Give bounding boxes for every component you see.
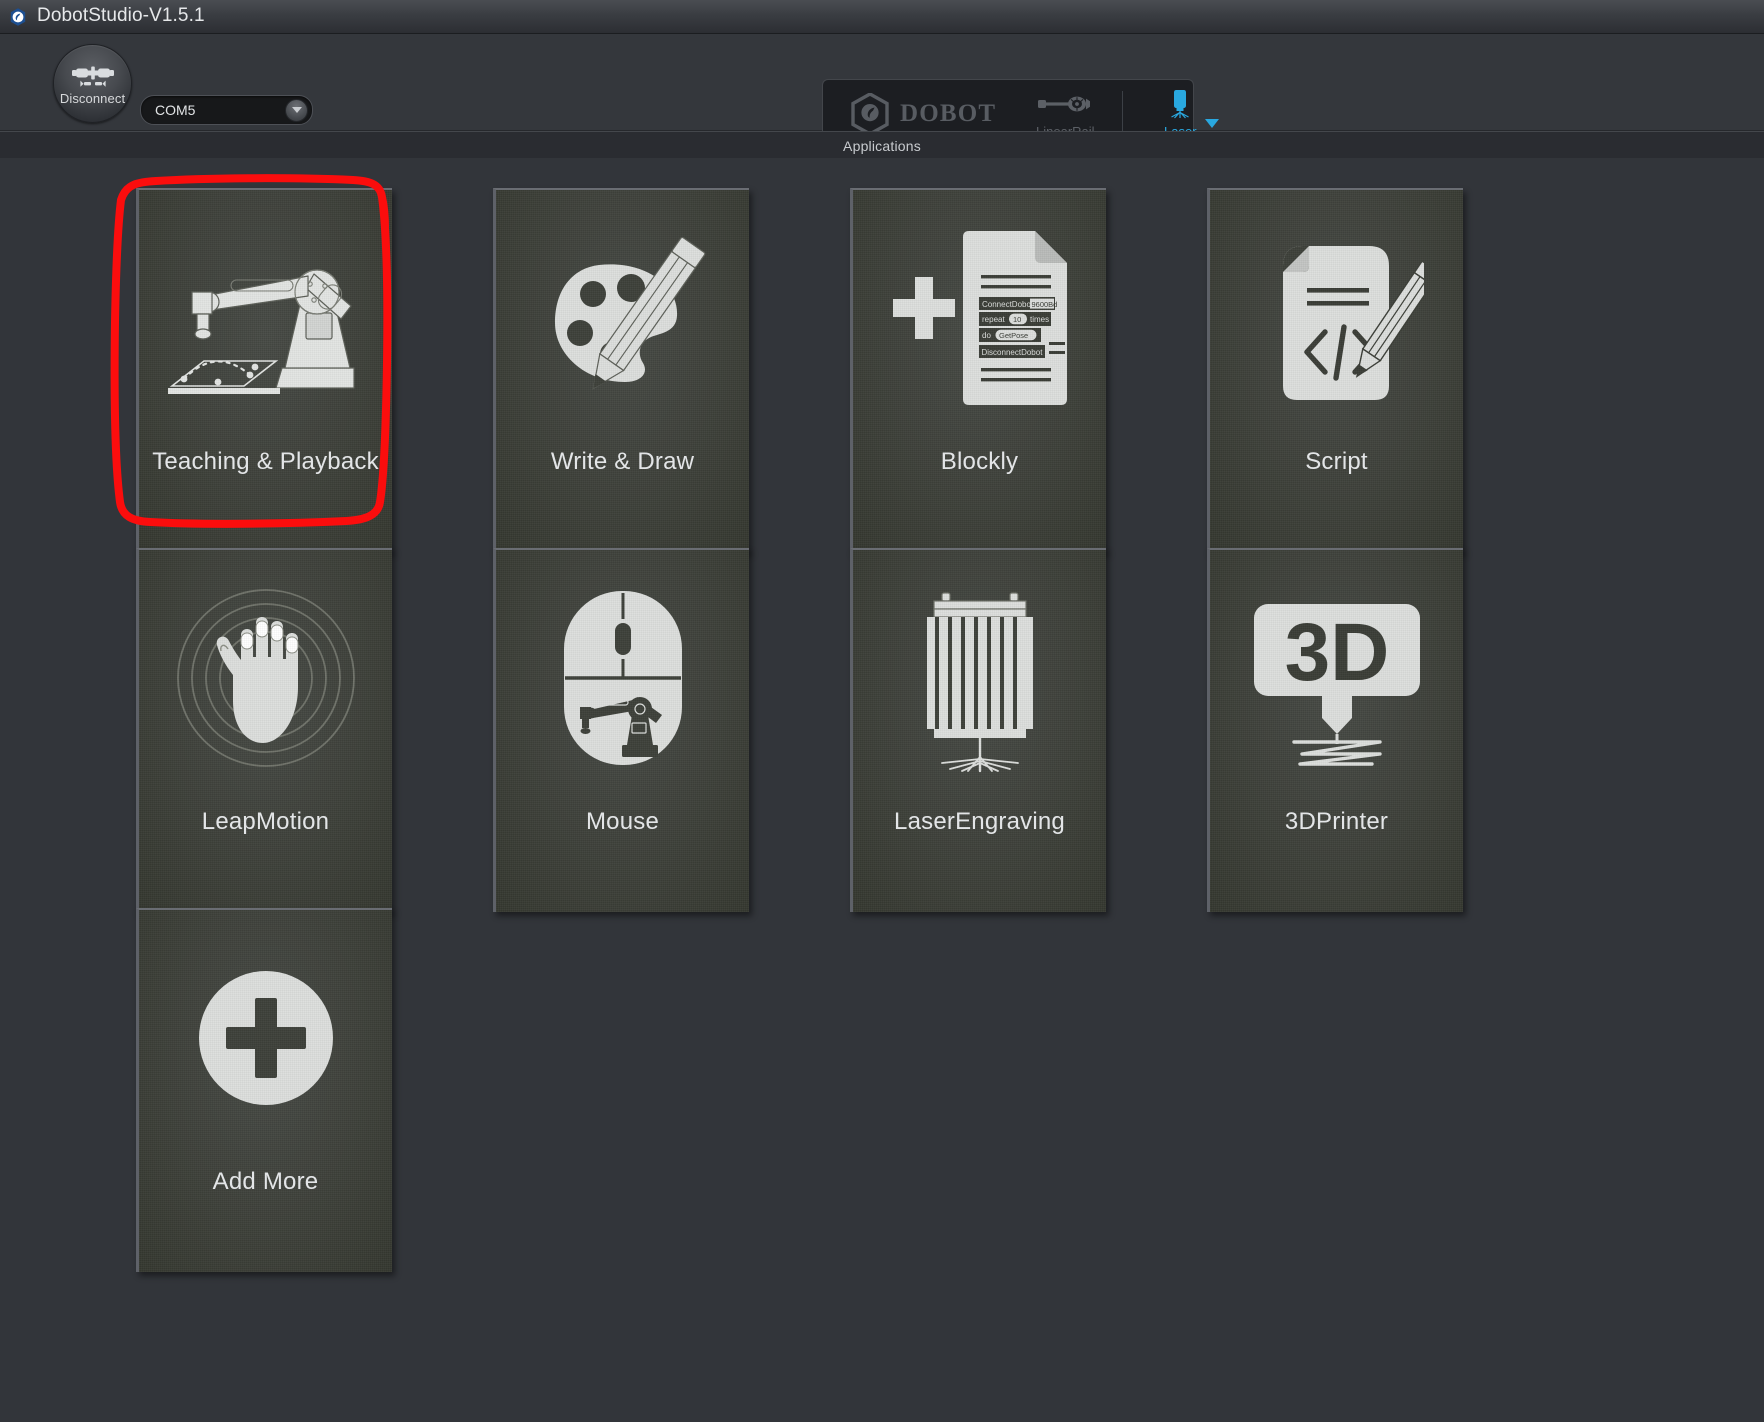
blockly-do-label: do bbox=[982, 331, 991, 340]
blockly-getpose-label: GetPose bbox=[999, 331, 1028, 340]
app-tile-script[interactable]: Script bbox=[1207, 188, 1463, 552]
dobot-hex-logo-icon bbox=[851, 92, 889, 136]
app-tile-blockly[interactable]: ConnectDobot 9600Bd repeat 10 times do G… bbox=[850, 188, 1106, 552]
blockly-repeat-label: repeat bbox=[982, 315, 1005, 324]
disconnect-button[interactable]: Disconnect bbox=[53, 44, 132, 123]
blockly-repeat-count: 10 bbox=[1013, 315, 1021, 324]
app-tile-label: Script bbox=[1305, 448, 1368, 475]
blockly-document-icon: ConnectDobot 9600Bd repeat 10 times do G… bbox=[853, 190, 1106, 445]
app-tile-label: Teaching & Playback bbox=[152, 448, 379, 475]
script-code-document-icon bbox=[1210, 190, 1463, 445]
app-tile-leapmotion[interactable]: LeapMotion bbox=[136, 548, 392, 912]
palette-pencil-icon bbox=[496, 190, 749, 445]
app-tile-teaching-playback[interactable]: Teaching & Playback bbox=[136, 188, 392, 552]
applications-section-header: Applications bbox=[0, 131, 1764, 160]
app-tile-label: Add More bbox=[212, 1168, 319, 1195]
app-tile-label: LeapMotion bbox=[201, 808, 330, 835]
window-titlebar: DobotStudio-V1.5.1 bbox=[0, 0, 1764, 34]
plus-circle-icon bbox=[139, 910, 392, 1165]
app-tile-laserengraving[interactable]: LaserEngraving bbox=[850, 548, 1106, 912]
laser-engraving-icon bbox=[853, 550, 1106, 805]
blockly-times-label: times bbox=[1030, 315, 1049, 324]
main-toolbar: Disconnect COM5 DOBOT bbox=[0, 34, 1764, 148]
serial-port-value: COM5 bbox=[155, 102, 196, 118]
app-tile-label: 3DPrinter bbox=[1284, 808, 1389, 835]
blockly-baud-field: 9600Bd bbox=[1031, 300, 1057, 309]
laser-module-icon bbox=[1165, 89, 1195, 119]
disconnect-button-label: Disconnect bbox=[59, 90, 126, 106]
linear-rail-icon bbox=[1036, 89, 1094, 119]
dobot-studio-window: DobotStudio-V1.5.1 Disconnect COM5 DOBOT… bbox=[0, 0, 1764, 1422]
app-tile-label: Blockly bbox=[940, 448, 1019, 475]
app-tile-add-more[interactable]: Add More bbox=[136, 908, 392, 1272]
robot-arm-teaching-icon bbox=[139, 190, 392, 445]
plug-connector-icon bbox=[71, 62, 115, 92]
printer-3d-label: 3D bbox=[1284, 607, 1389, 698]
applications-grid: Teaching & Playback Write & Draw Connect… bbox=[0, 158, 1764, 1422]
dobot-brand-label: DOBOT bbox=[900, 100, 997, 127]
app-tile-3dprinter[interactable]: 3D 3DPrinter bbox=[1207, 548, 1463, 912]
app-tile-write-draw[interactable]: Write & Draw bbox=[493, 188, 749, 552]
window-title: DobotStudio-V1.5.1 bbox=[37, 4, 205, 26]
blockly-disconnect-label: DisconnectDobot bbox=[981, 348, 1043, 357]
app-tile-label: Mouse bbox=[585, 808, 660, 835]
hand-waves-icon bbox=[139, 550, 392, 805]
dobot-brand: DOBOT bbox=[851, 92, 997, 136]
serial-port-select[interactable]: COM5 bbox=[140, 95, 313, 125]
blockly-connect-label: ConnectDobot bbox=[982, 300, 1034, 309]
app-tile-mouse[interactable]: Mouse bbox=[493, 548, 749, 912]
app-tile-label: LaserEngraving bbox=[894, 808, 1065, 835]
mouse-robot-icon bbox=[496, 550, 749, 805]
applications-section-title: Applications bbox=[843, 137, 921, 154]
dobot-app-logo-icon bbox=[8, 7, 28, 27]
app-tile-label: Write & Draw bbox=[550, 448, 695, 475]
caret-down-icon[interactable] bbox=[1205, 119, 1220, 128]
3d-printer-icon: 3D bbox=[1210, 550, 1463, 805]
chevron-down-icon[interactable] bbox=[285, 98, 308, 122]
